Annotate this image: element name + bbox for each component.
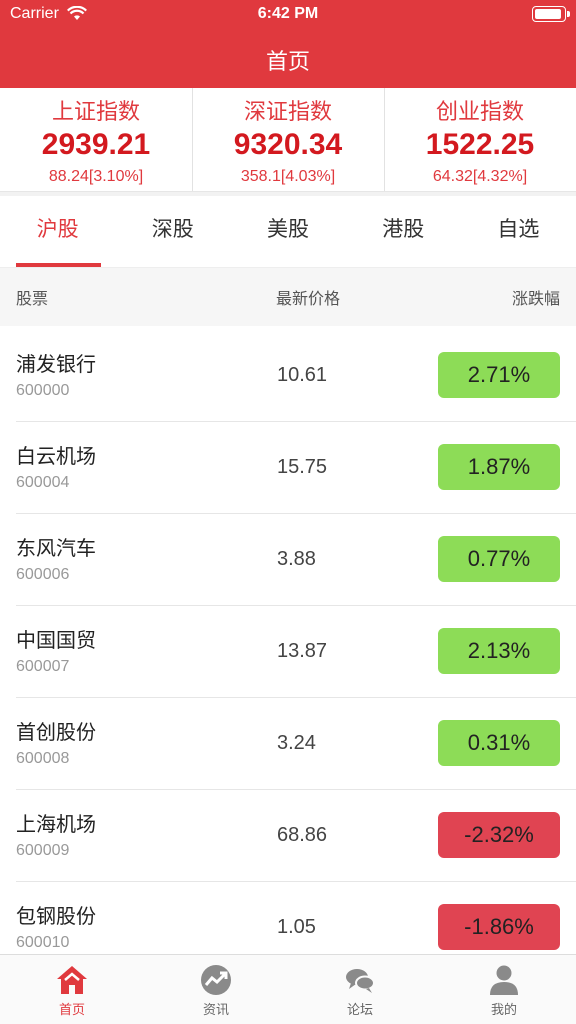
stock-price: 3.88 [277, 548, 316, 570]
table-row[interactable]: 东风汽车 600006 3.88 0.77% [16, 514, 576, 606]
stock-code: 600008 [16, 750, 70, 767]
stock-name: 上海机场 [16, 814, 96, 836]
index-card-shenzhen[interactable]: 深证指数 9320.34 358.1[4.03%] [192, 88, 384, 191]
index-card-chinext[interactable]: 创业指数 1522.25 64.32[4.32%] [384, 88, 576, 191]
tabbar-item-home[interactable]: 首页 [0, 955, 144, 1024]
stock-list[interactable]: 浦发银行 600000 10.61 2.71% 白云机场 600004 15.7… [0, 330, 576, 954]
home-icon [57, 966, 87, 994]
table-row[interactable]: 浦发银行 600000 10.61 2.71% [16, 330, 576, 422]
table-row[interactable]: 白云机场 600004 15.75 1.87% [16, 422, 576, 514]
index-change: 358.1[4.03%] [240, 168, 336, 185]
table-row[interactable]: 首创股份 600008 3.24 0.31% [16, 698, 576, 790]
stock-name: 东风汽车 [16, 538, 96, 560]
column-stock: 股票 [16, 291, 49, 308]
clock: 6:42 PM [257, 5, 319, 22]
index-value: 1522.25 [425, 128, 535, 161]
tab-label: 美股 [267, 218, 309, 241]
stock-name: 首创股份 [16, 722, 96, 744]
column-price: 最新价格 [276, 291, 341, 308]
table-header: 股票 最新价格 涨跌幅 [0, 268, 576, 326]
header: Carrier 6:42 PM 首页 [0, 0, 576, 88]
tab-label: 港股 [382, 218, 425, 241]
user-icon [490, 965, 518, 995]
chat-icon [346, 969, 375, 993]
status-bar: Carrier 6:42 PM [0, 0, 576, 30]
tabbar-label: 首页 [58, 1002, 85, 1017]
stock-code: 600010 [16, 934, 70, 951]
change-badge[interactable]: -1.86% [438, 904, 560, 950]
bottom-tab-bar: 首页 资讯 论坛 我的 [0, 954, 576, 1024]
stock-code: 600007 [16, 658, 70, 675]
stock-price: 15.75 [277, 456, 328, 478]
tab-us[interactable]: 美股 [230, 196, 345, 267]
tab-shanghai[interactable]: 沪股 [0, 196, 115, 267]
stock-code: 600009 [16, 842, 70, 859]
stock-name: 浦发银行 [16, 354, 96, 376]
stock-code: 600000 [16, 382, 70, 399]
index-value: 9320.34 [233, 128, 343, 161]
table-row[interactable]: 上海机场 600009 68.86 -2.32% [16, 790, 576, 882]
stock-price: 3.24 [277, 732, 316, 754]
index-value: 2939.21 [41, 128, 151, 161]
index-card-shanghai[interactable]: 上证指数 2939.21 88.24[3.10%] [0, 88, 192, 191]
stock-price: 1.05 [277, 916, 316, 938]
tabbar-label: 资讯 [202, 1002, 229, 1017]
tab-hongkong[interactable]: 港股 [346, 196, 461, 267]
stock-code: 600004 [16, 474, 70, 491]
tab-shenzhen[interactable]: 深股 [115, 196, 230, 267]
change-badge[interactable]: -2.32% [438, 812, 560, 858]
change-badge[interactable]: 0.31% [438, 720, 560, 766]
tabbar-label: 论坛 [346, 1002, 373, 1017]
stock-code: 600006 [16, 566, 70, 583]
stock-name: 中国国贸 [16, 630, 96, 652]
change-badge[interactable]: 1.87% [438, 444, 560, 490]
stock-price: 13.87 [277, 640, 328, 662]
change-badge[interactable]: 2.13% [438, 628, 560, 674]
index-name: 上证指数 [51, 99, 140, 124]
stock-price: 68.86 [277, 824, 328, 846]
tabbar-item-profile[interactable]: 我的 [432, 955, 576, 1024]
change-badge[interactable]: 2.71% [438, 352, 560, 398]
stock-price: 10.61 [277, 364, 328, 386]
tab-label: 深股 [151, 218, 194, 241]
change-badge[interactable]: 0.77% [438, 536, 560, 582]
battery-icon [532, 6, 570, 22]
index-name: 深证指数 [243, 99, 332, 124]
index-summary: 上证指数 2939.21 88.24[3.10%] 深证指数 9320.34 3… [0, 88, 576, 192]
active-tab-indicator [16, 263, 102, 267]
tab-label: 自选 [497, 218, 540, 241]
column-change: 涨跌幅 [511, 291, 560, 308]
table-row[interactable]: 中国国贸 600007 13.87 2.13% [16, 606, 576, 698]
index-change: 88.24[3.10%] [48, 168, 144, 185]
trend-icon [201, 965, 231, 995]
tabbar-item-forum[interactable]: 论坛 [288, 955, 432, 1024]
tab-watchlist[interactable]: 自选 [461, 196, 576, 267]
index-change: 64.32[4.32%] [432, 168, 528, 185]
table-row[interactable]: 包钢股份 600010 1.05 -1.86% [16, 882, 576, 954]
stock-name: 白云机场 [16, 446, 96, 468]
index-name: 创业指数 [435, 99, 524, 124]
tabbar-item-news[interactable]: 资讯 [144, 955, 288, 1024]
tabbar-label: 我的 [490, 1002, 517, 1017]
page-title: 首页 [265, 49, 310, 74]
market-tabs: 沪股 深股 美股 港股 自选 [0, 196, 576, 268]
tab-label: 沪股 [36, 218, 79, 241]
stock-name: 包钢股份 [16, 906, 96, 928]
